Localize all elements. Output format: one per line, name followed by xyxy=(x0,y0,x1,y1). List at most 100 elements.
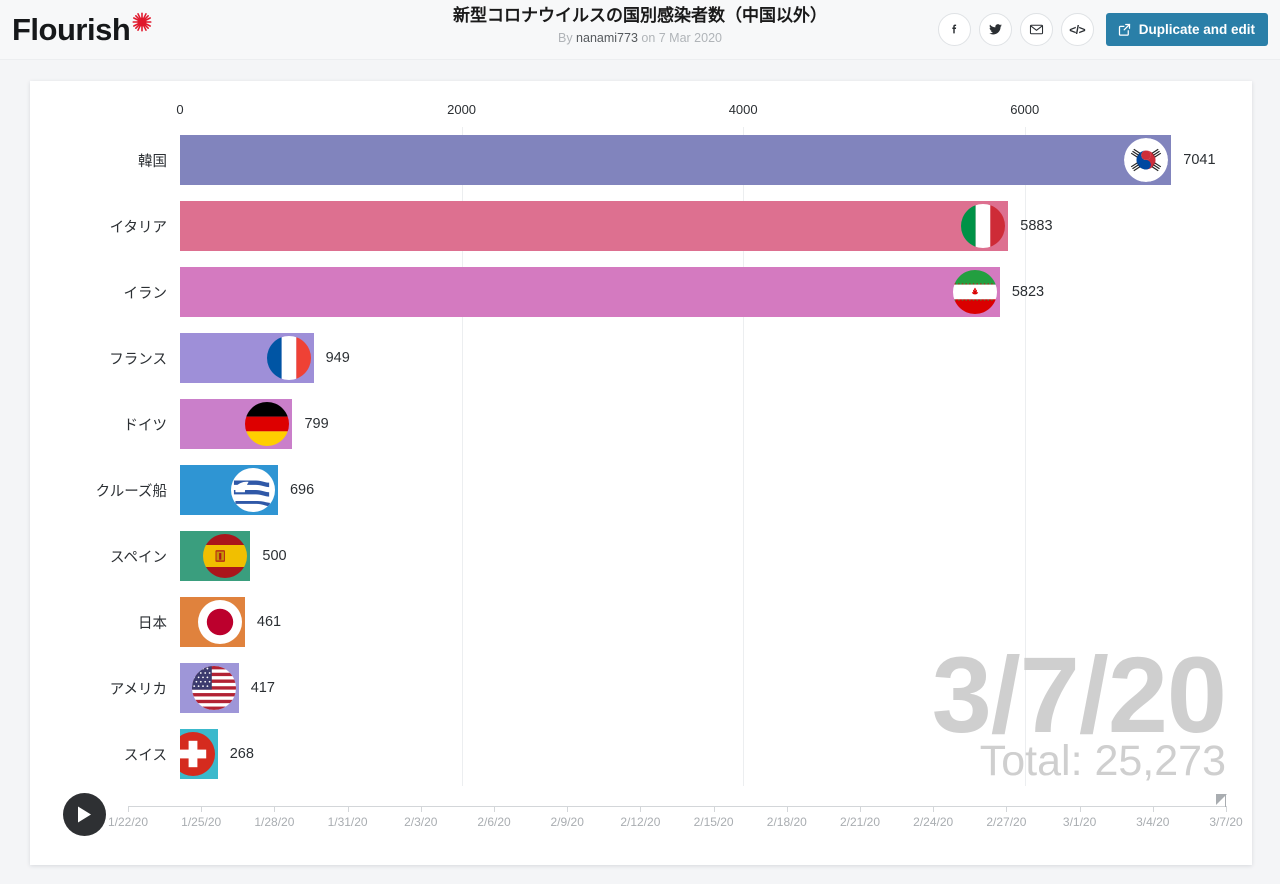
timeline-tick xyxy=(786,806,788,812)
bar-category-label: クルーズ船 xyxy=(95,483,167,500)
timeline-tick-label: 2/27/20 xyxy=(986,815,1027,829)
bar[interactable] xyxy=(180,135,1172,185)
timeline-axis[interactable]: 1/22/20 1/25/20 1/28/20 1/31/20 2/3/20 2/6/20… xyxy=(108,794,1243,829)
bar-category-label: ドイツ xyxy=(123,417,168,434)
bar[interactable] xyxy=(180,729,218,779)
timeline-tick xyxy=(1079,806,1081,812)
byline-suffix: on 7 Mar 2020 xyxy=(637,31,722,45)
timeline-control[interactable]: 1/22/20 1/25/20 1/28/20 1/31/20 2/3/20 2/6/20… xyxy=(30,781,1252,865)
external-link-icon xyxy=(1118,23,1130,36)
bar-row[interactable]: クルーズ船 696 xyxy=(30,457,1252,523)
timeline-tick-label: 1/22/20 xyxy=(107,815,149,829)
bar[interactable] xyxy=(180,663,239,713)
bar-category-label: スペイン xyxy=(110,549,167,566)
timeline-tick-label: 2/15/20 xyxy=(693,815,734,829)
bar-row[interactable]: 日本 461 xyxy=(30,589,1252,655)
bar[interactable] xyxy=(180,531,251,581)
bar-category-label: イラン xyxy=(123,285,168,302)
timeline-tick xyxy=(713,806,715,812)
bar-category-label: イタリア xyxy=(109,219,167,236)
bar-category-label: アメリカ xyxy=(109,681,167,698)
bar-row[interactable]: アメリカ 417 xyxy=(30,655,1252,721)
bar-category-label: 日本 xyxy=(138,615,167,632)
timeline-tick xyxy=(347,806,349,812)
bar-row[interactable]: イラン 5823 xyxy=(30,259,1252,325)
bar[interactable] xyxy=(180,465,278,515)
logo-text: Flourish xyxy=(12,12,131,47)
bar-value-label: 696 xyxy=(289,482,315,498)
byline-author: nanami773 xyxy=(576,31,638,45)
bar[interactable] xyxy=(180,333,314,383)
bar-row[interactable]: フランス 949 xyxy=(30,325,1252,391)
timeline-tick-label: 2/18/20 xyxy=(766,815,807,829)
bar-row[interactable]: スペイン 500 xyxy=(30,523,1252,589)
email-icon xyxy=(1029,24,1043,35)
timeline-tick xyxy=(1226,806,1227,812)
bar[interactable] xyxy=(180,267,1000,317)
timeline-tick-label: 1/31/20 xyxy=(327,815,368,829)
timeline-tick xyxy=(640,806,642,812)
bar[interactable] xyxy=(180,201,1009,251)
bar-value-label: 7041 xyxy=(1183,152,1216,168)
timeline-tick-label: 2/12/20 xyxy=(620,815,661,829)
usa-flag xyxy=(191,666,236,710)
timeline-tick xyxy=(1006,806,1008,812)
x-axis-tick-label: 4000 xyxy=(728,102,758,117)
timeline-tick xyxy=(494,806,495,812)
app-header: Flourish 新型コロナウイルスの国別感染者数（中国以外） By nanam… xyxy=(0,0,1280,60)
play-button[interactable] xyxy=(63,793,106,836)
france-flag xyxy=(266,336,311,380)
timeline-tick xyxy=(128,806,129,812)
bar-value-label: 268 xyxy=(229,746,254,762)
share-bar: </> Duplicate and edit xyxy=(937,13,1268,46)
iran-flag xyxy=(952,270,997,314)
timeline-tick xyxy=(1152,806,1154,812)
south-korea-flag xyxy=(1124,138,1169,182)
duplicate-and-edit-button[interactable]: Duplicate and edit xyxy=(1105,13,1268,46)
timeline-handle[interactable] xyxy=(1216,794,1227,805)
bar-value-label: 461 xyxy=(256,614,282,630)
coronavirus-starburst-icon xyxy=(132,12,152,32)
bar-row[interactable]: ドイツ 799 xyxy=(30,391,1252,457)
play-icon xyxy=(78,806,91,823)
timeline-tick-label: 2/3/20 xyxy=(404,815,438,829)
timeline-tick-label: 2/21/20 xyxy=(839,815,881,829)
embed-code-button[interactable]: </> xyxy=(1060,13,1094,46)
bar-row[interactable]: スイス 268 xyxy=(30,721,1252,787)
spain-flag xyxy=(203,534,248,578)
byline-prefix: By xyxy=(557,31,577,45)
timeline-tick-label: 2/9/20 xyxy=(550,815,584,829)
bar-value-label: 799 xyxy=(304,416,329,432)
timeline-tick xyxy=(567,806,569,812)
germany-flag xyxy=(245,402,290,446)
bar-row[interactable]: イタリア 5883 xyxy=(30,193,1252,259)
x-axis-tick-label: 0 xyxy=(176,102,184,117)
timeline-tick xyxy=(933,806,935,812)
flourish-logo[interactable]: Flourish xyxy=(12,10,131,50)
bar[interactable] xyxy=(180,399,293,449)
duplicate-and-edit-label: Duplicate and edit xyxy=(1138,22,1255,37)
cruise-ship-flag xyxy=(230,468,275,512)
bar-chart-race: 0 2000 4000 6000 韓国 7041 イタリア 5883 イラン 5823 フラン… xyxy=(30,81,1252,865)
timeline-tick xyxy=(860,806,861,812)
embed-code-icon: </> xyxy=(1069,22,1086,37)
timeline-tick-label: 1/28/20 xyxy=(254,815,295,829)
timeline-tick xyxy=(274,806,276,812)
twitter-icon xyxy=(988,24,1002,35)
bar-value-label: 5823 xyxy=(1011,284,1045,300)
bar-value-label: 500 xyxy=(262,548,287,564)
timeline-tick-label: 3/7/20 xyxy=(1209,815,1243,829)
chart-card: 0 2000 4000 6000 韓国 7041 イタリア 5883 イラン 5823 フラン… xyxy=(30,81,1252,865)
bar-row[interactable]: 韓国 7041 xyxy=(30,127,1252,193)
timeline-tick-label: 2/24/20 xyxy=(913,815,954,829)
switzerland-flag xyxy=(180,732,215,776)
timeline-tick-label: 3/4/20 xyxy=(1136,815,1170,829)
bar-category-label: スイス xyxy=(123,747,167,764)
share-email-button[interactable] xyxy=(1019,13,1053,46)
bar-value-label: 949 xyxy=(325,350,350,366)
bar[interactable] xyxy=(180,597,245,647)
bar-category-label: フランス xyxy=(109,351,167,368)
share-twitter-button[interactable] xyxy=(978,13,1012,46)
share-facebook-button[interactable] xyxy=(937,13,971,46)
timeline-tick xyxy=(420,806,422,812)
